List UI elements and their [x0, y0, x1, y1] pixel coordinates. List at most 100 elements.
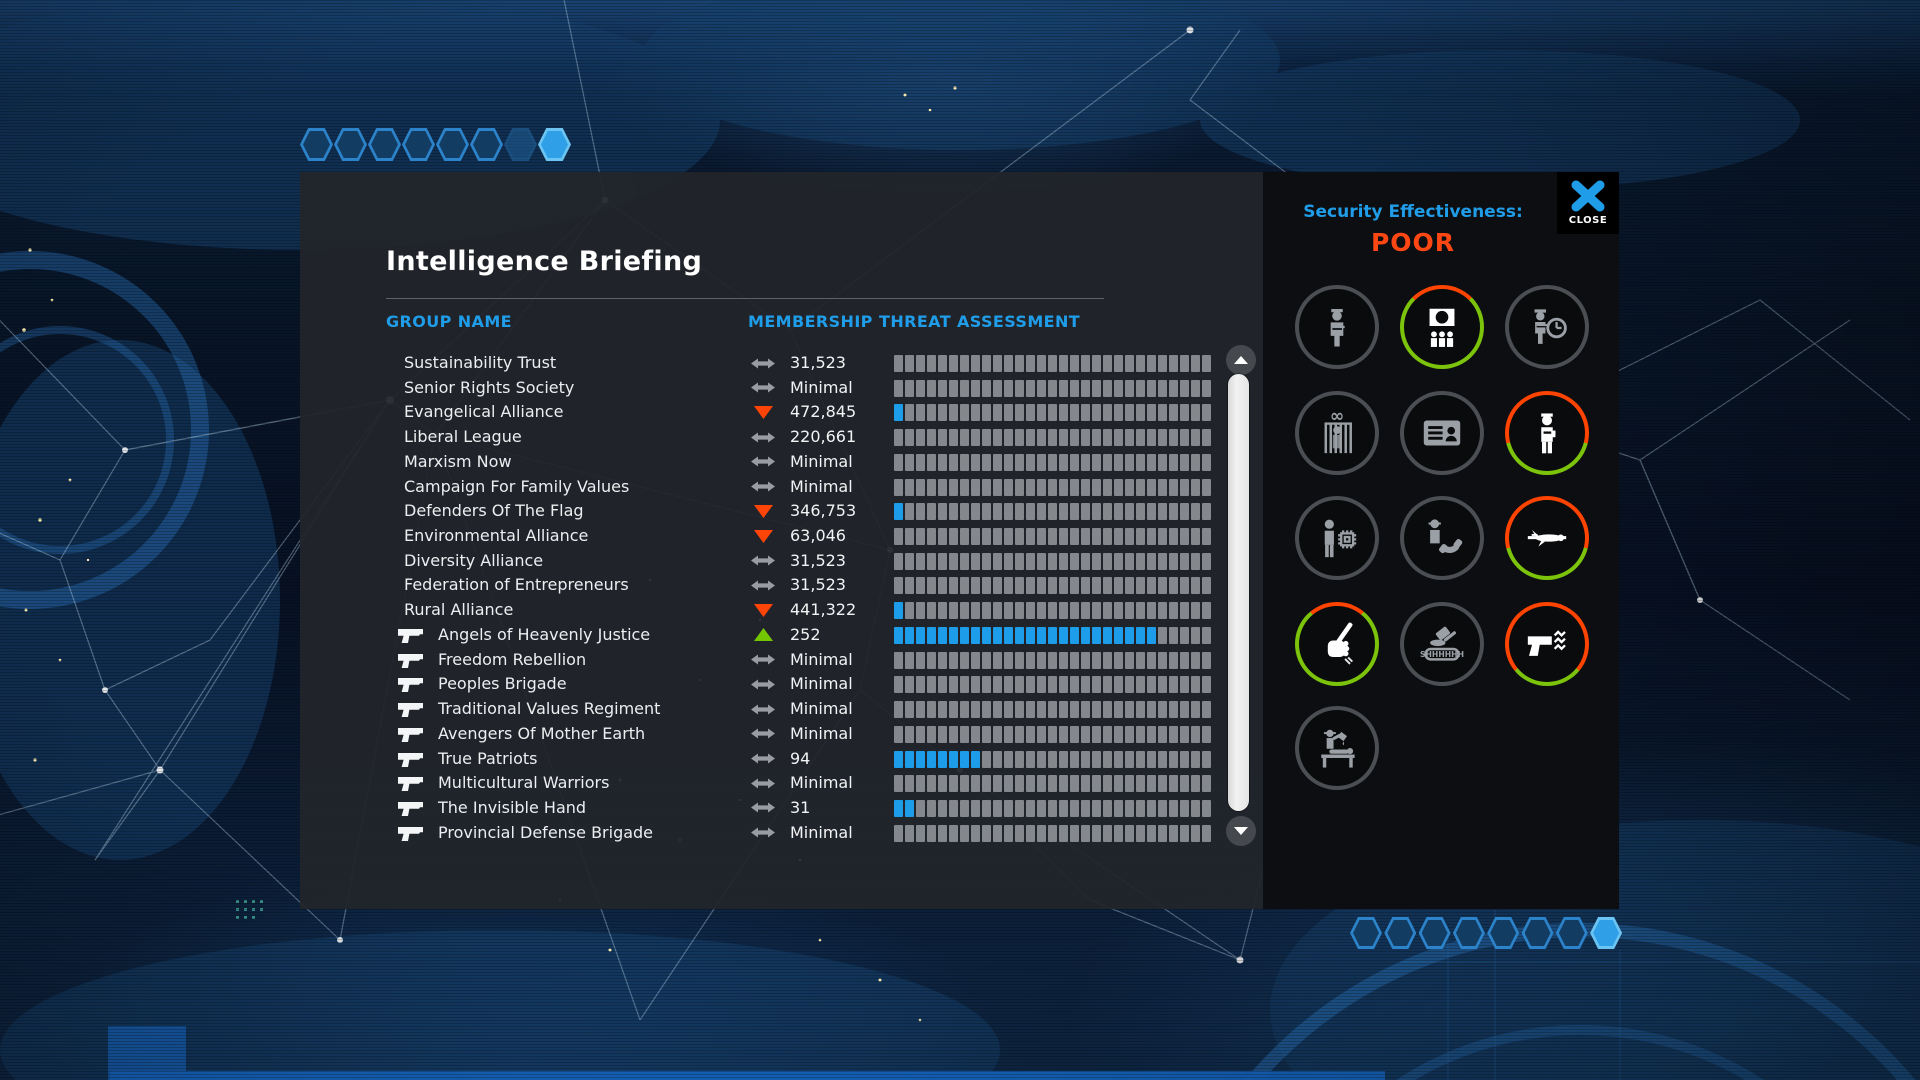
threat-segment: [1158, 429, 1167, 447]
threat-segment: [1004, 577, 1013, 595]
group-row[interactable]: Peoples Brigade Minimal: [300, 672, 1230, 697]
measure-wiretap[interactable]: [1400, 496, 1484, 580]
threat-segment: [927, 528, 936, 546]
threat-segment: [982, 602, 991, 620]
threat-segment: [1070, 528, 1079, 546]
close-button[interactable]: CLOSE: [1557, 172, 1619, 234]
measure-drone-strikes[interactable]: [1505, 496, 1589, 580]
group-row[interactable]: The Invisible Hand 31: [300, 796, 1230, 821]
threat-segment: [894, 528, 903, 546]
group-row[interactable]: Defenders Of The Flag 346,753: [300, 499, 1230, 524]
threat-segment: [1114, 701, 1123, 719]
threat-segment: [1092, 453, 1101, 471]
threat-segment: [1004, 775, 1013, 793]
scroll-up-button[interactable]: [1226, 345, 1256, 375]
threat-segment: [1158, 478, 1167, 496]
threat-segment: [1081, 775, 1090, 793]
threat-segment: [1180, 799, 1189, 817]
threat-segment: [971, 453, 980, 471]
threat-segment: [1015, 626, 1024, 644]
threat-segment: [938, 379, 947, 397]
threat-segment: [938, 725, 947, 743]
threat-segment: [1081, 824, 1090, 842]
group-row[interactable]: Angels of Heavenly Justice 252: [300, 623, 1230, 648]
hex-decoration-inner: [1455, 920, 1482, 946]
threat-segment: [1125, 577, 1134, 595]
group-row[interactable]: Campaign For Family Values Minimal: [300, 475, 1230, 500]
threat-segment: [1037, 429, 1046, 447]
group-row[interactable]: Environmental Alliance 63,046: [300, 524, 1230, 549]
group-row[interactable]: Avengers Of Mother Earth Minimal: [300, 722, 1230, 747]
threat-segment: [1191, 626, 1200, 644]
threat-segment: [927, 725, 936, 743]
membership-value: Minimal: [790, 476, 853, 496]
threat-bar: [894, 775, 1213, 793]
threat-segment: [993, 379, 1002, 397]
group-row[interactable]: Sustainability Trust 31,523: [300, 351, 1230, 376]
threat-segment: [905, 503, 914, 521]
threat-segment: [1180, 478, 1189, 496]
group-name: The Invisible Hand: [438, 797, 587, 817]
measure-watch-schedule[interactable]: [1505, 285, 1589, 369]
threat-segment: [971, 577, 980, 595]
group-row[interactable]: Freedom Rebellion Minimal: [300, 648, 1230, 673]
threat-segment: [938, 355, 947, 372]
threat-segment: [905, 577, 914, 595]
threat-segment: [1048, 577, 1057, 595]
threat-segment: [1004, 626, 1013, 644]
threat-segment: [949, 676, 958, 694]
threat-segment: [1136, 651, 1145, 669]
measure-waterboarding[interactable]: [1295, 706, 1379, 790]
threat-segment: [1026, 478, 1035, 496]
measure-chip-implant[interactable]: [1295, 496, 1379, 580]
trend-steady-icon: [749, 773, 777, 793]
group-row[interactable]: Diversity Alliance 31,523: [300, 549, 1230, 574]
group-row[interactable]: Federation of Entrepreneurs 31,523: [300, 573, 1230, 598]
threat-segment: [1125, 429, 1134, 447]
threat-segment: [927, 799, 936, 817]
threat-segment: [993, 824, 1002, 842]
threat-segment: [927, 602, 936, 620]
measure-armed-guard[interactable]: [1505, 391, 1589, 475]
threat-segment: [1026, 404, 1035, 422]
group-row[interactable]: Marxism Now Minimal: [300, 450, 1230, 475]
threat-segment: [1147, 478, 1156, 496]
group-row[interactable]: Multicultural Warriors Minimal: [300, 771, 1230, 796]
group-row[interactable]: Traditional Values Regiment Minimal: [300, 697, 1230, 722]
threat-segment: [1114, 651, 1123, 669]
threat-segment: [949, 379, 958, 397]
measure-cctv-surveillance[interactable]: [1400, 285, 1484, 369]
threat-segment: [971, 626, 980, 644]
threat-segment: [1114, 528, 1123, 546]
scroll-down-button[interactable]: [1226, 816, 1256, 846]
group-row[interactable]: Rural Alliance 441,322: [300, 598, 1230, 623]
threat-segment: [1147, 626, 1156, 644]
group-row[interactable]: True Patriots 94: [300, 747, 1230, 772]
measure-id-card-checks[interactable]: [1400, 391, 1484, 475]
threat-segment: [1081, 528, 1090, 546]
scrollbar-thumb[interactable]: [1228, 374, 1249, 811]
threat-segment: [1158, 725, 1167, 743]
threat-segment: [894, 478, 903, 496]
measure-forced-signing[interactable]: [1295, 602, 1379, 686]
group-row[interactable]: Liberal League 220,661: [300, 425, 1230, 450]
group-row[interactable]: Senior Rights Society Minimal: [300, 376, 1230, 401]
threat-segment: [1180, 725, 1189, 743]
threat-segment: [905, 429, 914, 447]
measure-silenced-weapons[interactable]: [1505, 602, 1589, 686]
threat-segment: [993, 453, 1002, 471]
threat-bar: [894, 379, 1213, 397]
measure-gag-order[interactable]: SHHHHHH: [1400, 602, 1484, 686]
threat-segment: [927, 355, 936, 372]
group-row[interactable]: Provincial Defense Brigade Minimal: [300, 821, 1230, 846]
threat-bar: [894, 503, 1213, 521]
threat-segment: [1180, 626, 1189, 644]
group-row[interactable]: Evangelical Alliance 472,845: [300, 400, 1230, 425]
hex-decoration-inner: [1387, 920, 1414, 946]
threat-segment: [949, 528, 958, 546]
measure-indefinite-detention[interactable]: ∞: [1295, 391, 1379, 475]
threat-segment: [894, 552, 903, 570]
threat-segment: [1004, 503, 1013, 521]
measure-patrol-officer[interactable]: [1295, 285, 1379, 369]
threat-segment: [1114, 355, 1123, 372]
